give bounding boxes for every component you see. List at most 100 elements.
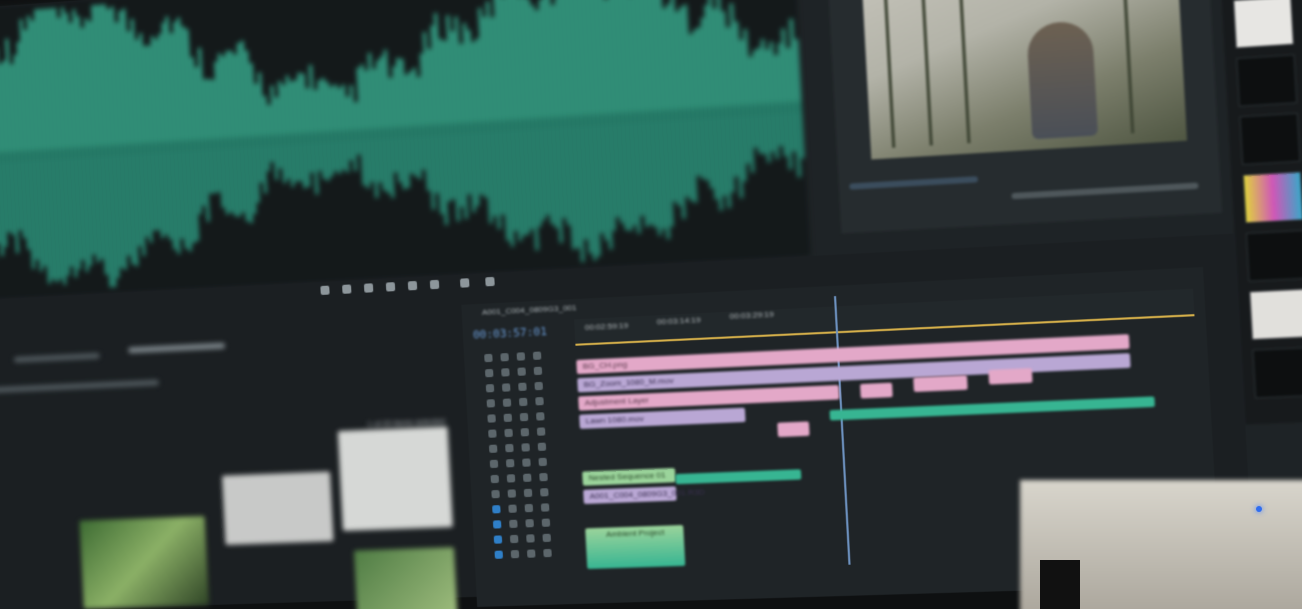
sequence-tab[interactable]: A001_C004_0809G3_001 xyxy=(482,303,577,317)
media-thumbnail[interactable] xyxy=(221,471,334,545)
step-back-icon[interactable] xyxy=(363,283,374,293)
mark-out-icon[interactable] xyxy=(342,284,352,294)
playhead[interactable] xyxy=(833,296,851,565)
video-clip[interactable] xyxy=(859,382,893,399)
video-clip[interactable] xyxy=(913,375,968,393)
track-toggle-icon[interactable] xyxy=(507,489,517,498)
track-toggle-icon[interactable] xyxy=(502,398,512,407)
scrub-bar[interactable] xyxy=(849,176,979,190)
dark-swatch[interactable] xyxy=(1252,346,1302,399)
track-toggle-icon[interactable] xyxy=(539,472,548,482)
track-toggle-icon[interactable] xyxy=(526,534,535,543)
track-toggle-icon[interactable] xyxy=(516,352,526,361)
track-toggle-icon[interactable] xyxy=(485,384,495,393)
video-clip[interactable] xyxy=(988,368,1033,385)
track-toggle-icon[interactable] xyxy=(542,533,552,543)
ruler-mark: 00:03:14:19 xyxy=(656,315,701,327)
track-toggle-icon[interactable] xyxy=(536,412,545,421)
track-toggle-icon[interactable] xyxy=(509,534,519,544)
track-toggle-icon[interactable] xyxy=(489,459,499,469)
track-toggle-icon[interactable] xyxy=(518,382,527,392)
track-toggle-icon[interactable] xyxy=(525,519,534,528)
dark-swatch[interactable] xyxy=(1236,54,1298,107)
track-toggle-icon[interactable] xyxy=(533,366,543,376)
track-toggle-icon[interactable] xyxy=(522,473,532,482)
palm-tree xyxy=(882,0,896,148)
track-headers xyxy=(464,350,588,577)
track-toggle-icon[interactable] xyxy=(540,488,549,497)
white-swatch[interactable] xyxy=(1249,288,1302,341)
video-clip[interactable] xyxy=(777,421,810,438)
step-forward-icon[interactable] xyxy=(407,280,418,291)
track-toggle-icon[interactable] xyxy=(520,428,530,437)
track-toggle-icon[interactable] xyxy=(492,520,502,529)
monitor-stand xyxy=(1040,560,1080,609)
track-toggle-icon[interactable] xyxy=(488,444,498,453)
track-toggle-icon[interactable] xyxy=(493,535,503,544)
audio-waveform-clip[interactable] xyxy=(675,469,802,485)
track-toggle-icon[interactable] xyxy=(488,429,497,438)
track-toggle-icon[interactable] xyxy=(490,474,500,484)
white-swatch[interactable] xyxy=(1232,0,1295,49)
audio-clip[interactable]: Ambient Project xyxy=(585,524,686,570)
track-toggle-icon[interactable] xyxy=(534,381,544,391)
nested-sequence-clip[interactable]: Nested Sequence 01 xyxy=(582,467,676,486)
color-bars-swatch[interactable] xyxy=(1242,171,1302,224)
bin-tab-active[interactable] xyxy=(128,342,226,354)
track-toggle-icon[interactable] xyxy=(486,399,496,408)
track-toggle-icon[interactable] xyxy=(517,367,526,376)
track-toggle-icon[interactable] xyxy=(491,489,500,499)
track-toggle-icon[interactable] xyxy=(540,503,550,512)
track-toggle-icon[interactable] xyxy=(500,353,509,362)
track-toggle-icon[interactable] xyxy=(532,351,542,360)
track-toggle-icon[interactable] xyxy=(526,549,536,558)
track-toggle-icon[interactable] xyxy=(504,428,513,438)
media-thumbnail[interactable] xyxy=(353,547,458,609)
track-toggle-icon[interactable] xyxy=(535,397,544,406)
media-thumbnail-selected[interactable] xyxy=(337,426,453,531)
track-toggle-icon[interactable] xyxy=(541,518,551,527)
monitor-controls[interactable] xyxy=(1011,182,1199,200)
track-toggle-icon[interactable] xyxy=(503,413,513,423)
track-toggle-icon[interactable] xyxy=(523,488,533,498)
camera-icon[interactable] xyxy=(485,276,495,287)
clip-label: BG_Zoom_1080_M.mov xyxy=(583,375,674,390)
track-toggle-icon[interactable] xyxy=(524,503,534,513)
track-toggle-icon[interactable] xyxy=(538,457,548,467)
track-toggle-icon[interactable] xyxy=(484,368,494,378)
track-toggle-icon[interactable] xyxy=(509,519,518,529)
track-toggle-icon[interactable] xyxy=(487,414,496,423)
track-toggle-icon[interactable] xyxy=(521,443,530,452)
track-toggle-icon[interactable] xyxy=(510,549,520,559)
track-toggle-icon[interactable] xyxy=(536,427,546,436)
audio-clip[interactable]: A001_C004_0809G3_001.R3D xyxy=(583,486,705,505)
track-toggle-icon[interactable] xyxy=(505,459,515,468)
audio-clip[interactable] xyxy=(829,396,1155,421)
track-toggle-icon[interactable] xyxy=(522,458,531,467)
dark-swatch[interactable] xyxy=(1239,112,1301,166)
track-toggle-icon[interactable] xyxy=(543,548,552,558)
track-toggle-icon[interactable] xyxy=(494,550,504,559)
track-toggle-icon[interactable] xyxy=(519,412,529,422)
track-toggle-icon[interactable] xyxy=(492,505,501,514)
bin-tab[interactable] xyxy=(13,352,100,363)
audio-waveform-panel xyxy=(0,0,811,301)
mark-in-icon[interactable] xyxy=(320,285,330,296)
dark-swatch[interactable] xyxy=(1245,229,1302,282)
clip-label: BG_CH.png xyxy=(582,359,628,371)
track-toggle-icon[interactable] xyxy=(484,353,493,363)
palm-tree xyxy=(919,0,933,146)
track-toggle-icon[interactable] xyxy=(501,368,510,377)
track-toggle-icon[interactable] xyxy=(508,504,517,513)
extract-icon[interactable] xyxy=(459,278,470,288)
lift-icon[interactable] xyxy=(429,279,440,290)
play-icon[interactable] xyxy=(385,282,396,292)
track-toggle-icon[interactable] xyxy=(505,443,514,453)
media-thumbnail[interactable] xyxy=(79,516,210,609)
track-toggle-icon[interactable] xyxy=(506,474,516,483)
track-toggle-icon[interactable] xyxy=(518,397,528,407)
video-clip[interactable]: Lawn 1080.mov xyxy=(579,407,746,429)
track-toggle-icon[interactable] xyxy=(537,442,547,451)
track-toggle-icon[interactable] xyxy=(501,383,511,392)
playhead-timecode[interactable]: 00:03:57:01 xyxy=(473,325,548,342)
